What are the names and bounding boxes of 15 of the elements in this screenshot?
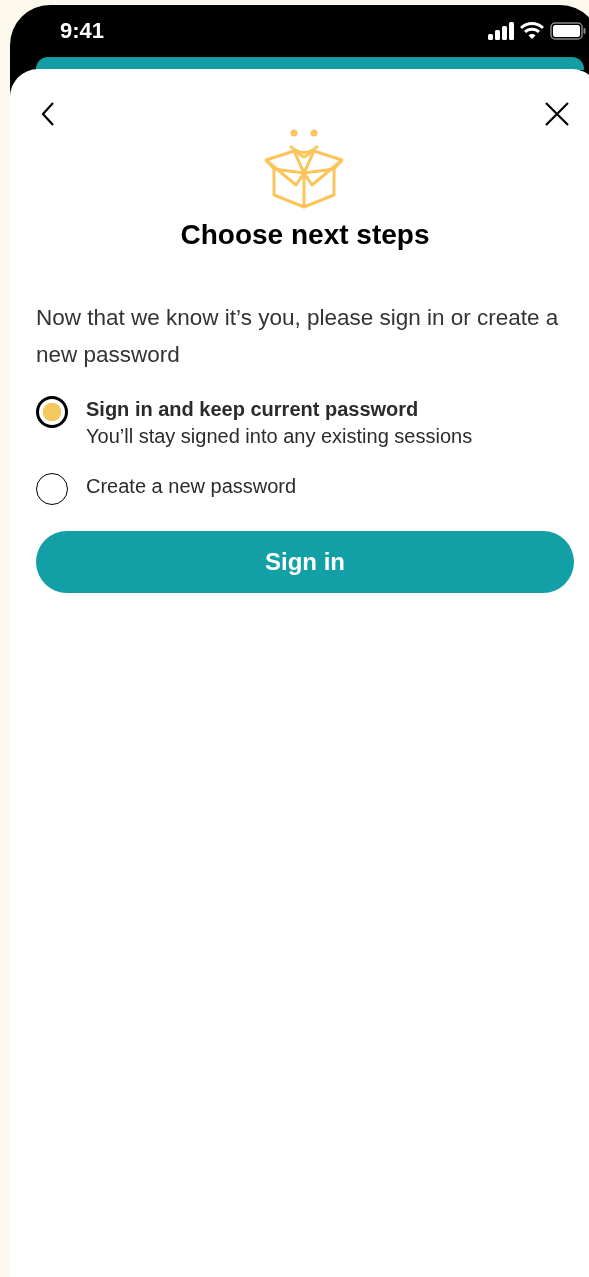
option-label: Create a new password [86,475,297,498]
status-time: 9:41 [60,18,105,44]
smiling-box-icon [264,129,346,209]
radio-button[interactable] [36,396,68,428]
intro-text: Now that we know it’s you, please sign in or create a new password [36,304,560,369]
option-description: You’ll stay signed into any existing sessions [86,425,473,448]
signal-icon [488,22,514,40]
option-label: Sign in and keep current password [86,398,420,421]
back-icon [40,101,56,127]
wifi-icon [520,22,544,40]
dialog-title: Choose next steps [179,219,431,251]
close-icon [544,101,570,127]
radio-button[interactable] [36,473,68,505]
sign-in-button[interactable]: Sign in [36,531,574,593]
battery-icon [550,22,586,40]
